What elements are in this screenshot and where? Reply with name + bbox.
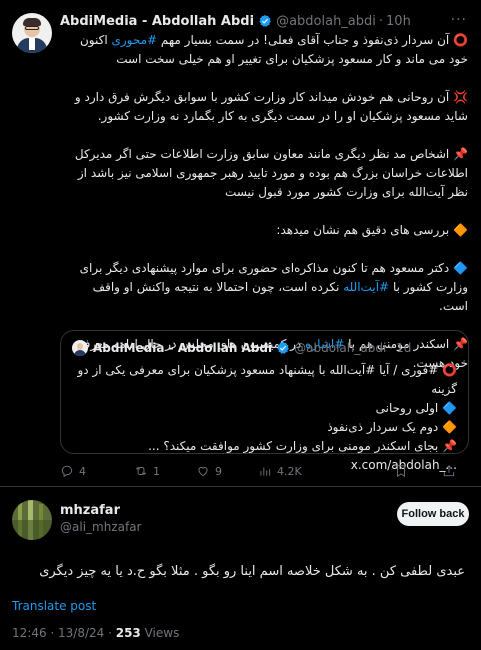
verified-badge-icon (277, 341, 289, 354)
like-button[interactable]: 9 (196, 464, 222, 478)
reply-count: 4 (79, 464, 86, 478)
reply-icon (61, 465, 73, 478)
post-views-label: Views (140, 626, 180, 640)
author-name[interactable]: AbdiMedia - Abdollah Abdi (60, 14, 254, 29)
follow-back-button[interactable]: Follow back (397, 502, 469, 526)
views-icon (260, 467, 271, 476)
divider (0, 486, 481, 487)
bookmark-button[interactable] (394, 464, 413, 478)
hashtag-link[interactable]: #آیت‌الله (343, 280, 389, 294)
tweet-header: AbdiMedia - Abdollah Abdi @abdolah_abdi … (60, 12, 467, 30)
post-meta: 12:46 · 13/8/24 · 253 Views (12, 626, 179, 640)
tweet-paragraph: 💢 آن روحانی هم خودش میداند کار وزارت کشو… (74, 90, 468, 123)
quoted-tweet-header: AbdiMedia - Abdollah Abdi @abdolah_abdi … (72, 340, 411, 356)
verified-badge-icon (259, 14, 271, 27)
reply-author-avatar[interactable] (12, 500, 52, 540)
tweet-time[interactable]: 10h (386, 14, 411, 29)
retweet-icon (136, 466, 146, 476)
quoted-line-text: 📌 بجای اسکندر مومنی برای وزارت کشور مواف… (148, 439, 457, 453)
separator-dot: · (389, 341, 394, 355)
quoted-tweet[interactable]: AbdiMedia - Abdollah Abdi @abdolah_abdi … (60, 330, 469, 472)
action-bar: 4 1 9 4.2K (60, 462, 468, 480)
quoted-line: 🔷 اولی روحانی (375, 401, 457, 415)
tweet-paragraph: 🔷 دکتر مسعود هم تا کنون مذاکره‌ای حضوری … (79, 261, 468, 313)
author-handle[interactable]: @abdolah_abdi (276, 14, 376, 29)
reply-author-name[interactable]: mhzafar (60, 503, 120, 518)
quoted-tweet-time: 1d (396, 341, 412, 355)
tweet-text: ⭕ آن سردار ذی‌نفوذ و جناب آقای فعلی! در … (60, 31, 468, 373)
share-icon (443, 465, 455, 477)
quoted-author-name: AbdiMedia - Abdollah Abdi (93, 341, 273, 355)
reply-text: عبدی لطفی کن . به شکل خلاصه اسم اینا رو … (39, 564, 465, 579)
retweet-count: 1 (153, 464, 160, 478)
reply-button[interactable]: 4 (60, 464, 86, 478)
hashtag-link[interactable]: #محوری (111, 33, 157, 47)
quoted-author-handle: @abdolah_abdi (294, 341, 387, 355)
separator-dot: · (378, 13, 384, 29)
views-count: 4.2K (277, 464, 302, 478)
translate-post-link[interactable]: Translate post (12, 599, 96, 613)
tweet-paragraph: ⭕ آن سردار ذی‌نفوذ و جناب آقای فعلی! در … (79, 33, 468, 66)
quoted-line: ⭕ #فوری / آیا #آیت‌الله با پیشنهاد مسعود… (77, 363, 458, 396)
like-icon (198, 467, 208, 477)
share-button[interactable] (442, 464, 461, 478)
post-timestamp[interactable]: 12:46 · 13/8/24 · (12, 626, 116, 640)
post-views-count: 253 (115, 626, 141, 640)
tweet-paragraph: 📌 اشخاص مد نظر دیگری مانند معاون سابق وز… (74, 147, 468, 199)
more-options-icon[interactable]: ··· (451, 12, 467, 28)
reply-author-handle[interactable]: @ali_mhzafar (60, 520, 141, 534)
views-button[interactable]: 4.2K (258, 464, 302, 478)
quoted-line: 🔶 دوم یک سردار ذی‌نفوذ (327, 420, 457, 434)
quoted-tweet-text: ⭕ #فوری / آیا #آیت‌الله با پیشنهاد مسعود… (72, 361, 458, 475)
tweet-paragraph: 🔶 بررسی های دقیق هم نشان میدهد: (276, 223, 468, 237)
bookmark-icon (397, 465, 405, 478)
like-count: 9 (215, 464, 222, 478)
quoted-author-avatar (72, 340, 88, 356)
retweet-button[interactable]: 1 (134, 464, 160, 478)
author-avatar[interactable] (12, 13, 52, 53)
